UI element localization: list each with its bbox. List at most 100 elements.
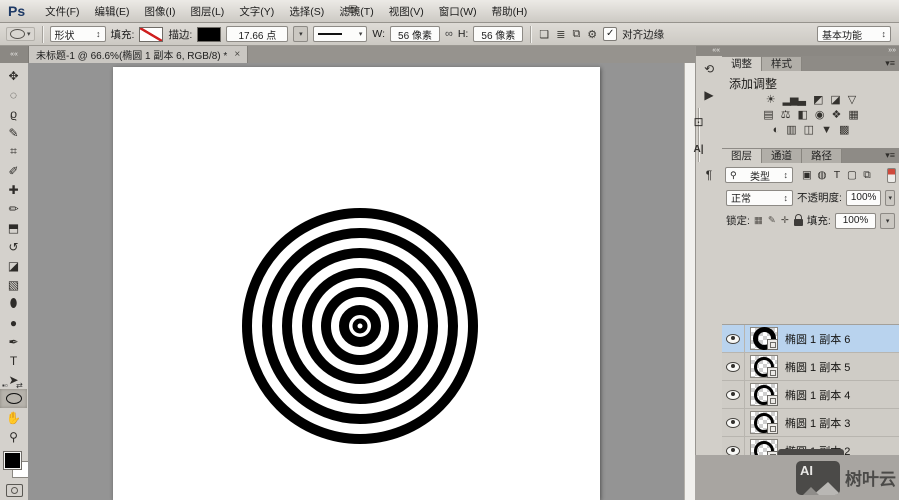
foreground-color-swatch[interactable] [4, 452, 21, 469]
layer-thumbnail[interactable] [750, 355, 778, 378]
menu-help[interactable]: 帮助(H) [489, 2, 531, 21]
hue-saturation-icon[interactable]: ▤ [763, 109, 772, 122]
eye-icon[interactable] [726, 418, 740, 428]
tab-图层[interactable]: 图层 [722, 149, 762, 163]
fill-opacity-input[interactable]: 100% [835, 213, 876, 229]
zoom-tool[interactable]: ⚲ [0, 427, 27, 446]
path-operations-button[interactable]: ❏ [538, 28, 550, 41]
layer-filter-toggle[interactable] [887, 168, 896, 183]
opacity-dropdown[interactable]: ▾ [885, 190, 895, 206]
posterize-icon[interactable]: ▥ [786, 124, 795, 137]
workspace-select[interactable]: 基本功能 ↕ [817, 26, 891, 42]
menu-view[interactable]: 视图(V) [386, 2, 427, 21]
paragraph-panel[interactable]: ¶ [696, 162, 722, 188]
layer-row[interactable]: 椭圆 1 副本 6 [722, 325, 899, 353]
panel-menu-icon[interactable]: ▾≡ [885, 58, 895, 69]
layer-thumbnail[interactable] [750, 327, 778, 350]
eye-icon[interactable] [726, 390, 740, 400]
channel-mixer-icon[interactable]: ❖ [832, 109, 841, 122]
brightness-contrast-icon[interactable]: ☀ [766, 94, 775, 107]
marquee-tool[interactable]: ◌ [0, 85, 27, 104]
clone-source-panel[interactable]: ⊡ [698, 108, 699, 135]
invert-icon[interactable]: ◐ [773, 124, 779, 137]
menu-edit[interactable]: 编辑(E) [92, 2, 133, 21]
hand-tool[interactable]: ✋ [0, 408, 27, 427]
history-brush-tool[interactable]: ↺ [0, 237, 27, 256]
layer-filter-kind-select[interactable]: ⚲ 类型 ↕ [725, 167, 793, 183]
vibrance-icon[interactable]: ▽ [848, 94, 855, 107]
dodge-tool[interactable]: ● [0, 313, 27, 332]
blur-tool[interactable]: ⬮ [0, 294, 27, 313]
ellipse-tool[interactable] [0, 389, 27, 408]
color-lookup-icon[interactable]: ▦ [848, 109, 857, 122]
width-input[interactable]: 56 像素 [390, 26, 440, 42]
path-alignment-button[interactable]: ≣ [555, 28, 566, 41]
tab-路径[interactable]: 路径 [802, 149, 842, 163]
pen-tool[interactable]: ✒ [0, 332, 27, 351]
eye-icon[interactable] [726, 362, 740, 372]
opacity-input[interactable]: 100% [846, 190, 882, 206]
layer-row[interactable]: 椭圆 1 副本 3 [722, 409, 899, 437]
layer-thumbnail[interactable] [750, 411, 778, 434]
path-arrangement-button[interactable]: ⧉ [571, 28, 581, 41]
tool-preset-picker[interactable]: ▾ [6, 27, 35, 41]
tab-调整[interactable]: 调整 [722, 57, 762, 71]
stroke-width-dropdown[interactable]: ▾ [293, 26, 308, 42]
gradient-map-icon[interactable]: ▼ [821, 124, 831, 137]
crop-tool[interactable]: ⌗ [0, 142, 27, 161]
menu-file[interactable]: 文件(F) [42, 2, 82, 21]
selective-color-icon[interactable]: ▩ [839, 124, 848, 137]
clone-stamp-tool[interactable]: ⬒ [0, 218, 27, 237]
menu-select[interactable]: 选择(S) [286, 2, 327, 21]
black-white-icon[interactable]: ◧ [797, 109, 806, 122]
lasso-tool[interactable]: ϱ [0, 104, 27, 123]
stroke-swatch[interactable] [197, 27, 221, 42]
toolbar-collapse-button[interactable]: «« [0, 46, 29, 63]
stroke-type-select[interactable]: ▾ [313, 26, 367, 42]
dock-collapse-button[interactable]: «« [696, 46, 722, 56]
move-tool[interactable]: ✥ [0, 66, 27, 85]
type-tool[interactable]: T [0, 351, 27, 370]
lock-all-icon[interactable] [794, 219, 803, 226]
swap-colors-icon[interactable]: ⇄ [16, 381, 23, 390]
menu-layer[interactable]: 图层(L) [187, 2, 227, 21]
stroke-width-input[interactable]: 17.66 点 [226, 26, 288, 42]
canvas[interactable] [113, 67, 600, 500]
lock-pixels-icon[interactable]: ✎ [768, 215, 776, 226]
link-dimensions-icon[interactable]: ∞ [445, 28, 453, 40]
menu-type[interactable]: 文字(Y) [236, 2, 277, 21]
filter-pixel-layers[interactable]: ▣ [801, 169, 813, 182]
eye-icon[interactable] [726, 334, 740, 344]
eraser-tool[interactable]: ◪ [0, 256, 27, 275]
menu-bar-extra-icon[interactable]: ▤ [348, 4, 357, 15]
brush-tool[interactable]: ✏ [0, 199, 27, 218]
lock-transparency-icon[interactable]: ▦ [754, 215, 763, 226]
filter-smart-objects[interactable]: ⧉ [861, 169, 873, 182]
levels-icon[interactable]: ▂▅▃ [783, 94, 805, 107]
gradient-tool[interactable]: ▧ [0, 275, 27, 294]
photo-filter-icon[interactable]: ◉ [815, 109, 824, 122]
default-colors-icon[interactable]: ▪▫ [2, 381, 8, 390]
fill-swatch[interactable] [139, 27, 163, 42]
curves-icon[interactable]: ◩ [813, 94, 822, 107]
document-tab[interactable]: 未标题-1 @ 66.6%(椭圆 1 副本 6, RGB/8) * × [29, 46, 248, 63]
quick-mask-button[interactable] [6, 484, 23, 497]
menu-window[interactable]: 窗口(W) [436, 2, 480, 21]
eye-icon[interactable] [726, 446, 740, 456]
layer-thumbnail[interactable] [750, 383, 778, 406]
align-edges-checkbox[interactable]: ✓ [603, 27, 617, 41]
tab-样式[interactable]: 样式 [762, 57, 802, 71]
layer-row[interactable]: 椭圆 1 副本 4 [722, 381, 899, 409]
tool-mode-select[interactable]: 形状 ↕ [50, 26, 106, 42]
character-panel[interactable]: A| [698, 135, 699, 162]
filter-shape-layers[interactable]: ▢ [846, 169, 858, 182]
threshold-icon[interactable]: ◫ [804, 124, 813, 137]
actions-panel[interactable]: ▶ [696, 82, 722, 108]
healing-brush-tool[interactable]: ✚ [0, 180, 27, 199]
quick-selection-tool[interactable]: ✎ [0, 123, 27, 142]
fill-opacity-dropdown[interactable]: ▾ [880, 213, 895, 229]
eyedropper-tool[interactable]: ✐ [0, 161, 27, 180]
panel-menu-icon[interactable]: ▾≡ [885, 150, 895, 161]
blend-mode-select[interactable]: 正常 ↕ [726, 190, 793, 206]
panel-collapse-button[interactable]: »» [722, 46, 899, 56]
